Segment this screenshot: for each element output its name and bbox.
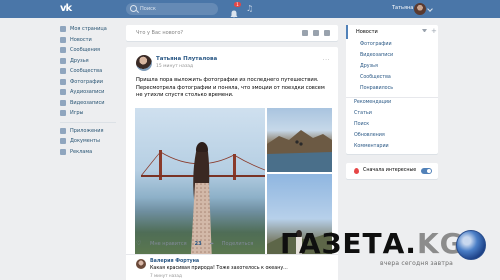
post-photo-cliffs[interactable] <box>267 108 332 172</box>
nav-item-my-page[interactable]: Моя страница <box>60 24 120 35</box>
comment-text: Какая красивая природа! Тоже захотелось … <box>150 266 288 271</box>
panel-title: Новости <box>356 29 378 35</box>
search-box[interactable] <box>126 3 218 15</box>
user-avatar[interactable] <box>414 3 426 15</box>
games-icon <box>60 110 66 117</box>
watermark-main: ГАЗЕТА. <box>280 227 417 260</box>
news-filter-panel: Новости + Фотографии Видеозаписи Друзья … <box>346 25 438 154</box>
heart-icon[interactable]: ♡ <box>136 240 142 247</box>
camera-icon[interactable] <box>302 30 308 36</box>
apps-icon <box>60 127 66 134</box>
site-watermark: ГАЗЕТА.KG вчера сегодня завтра <box>280 228 490 274</box>
cliffs-illustration <box>267 130 332 172</box>
share-button[interactable]: Поделиться <box>222 241 253 247</box>
search-input[interactable] <box>140 3 216 15</box>
nav-item-friends[interactable]: Друзья <box>60 56 120 67</box>
comment-author[interactable]: Валерия Фортуна <box>150 259 199 264</box>
more-options-icon[interactable]: ··· <box>323 57 330 64</box>
chevron-down-icon[interactable] <box>427 6 433 12</box>
news-icon <box>60 36 66 43</box>
post-text: Пришла пора выложить фотографии из после… <box>136 77 325 98</box>
nav-label: Фотографии <box>70 78 103 85</box>
nav-item-audio[interactable]: Аудиозаписи <box>60 87 120 98</box>
interesting-first-setting: Сначала интересные <box>346 163 438 179</box>
author-avatar[interactable] <box>136 55 152 71</box>
nav-item-docs[interactable]: Документы <box>60 136 120 147</box>
messages-icon <box>60 47 66 54</box>
music-icon[interactable] <box>324 30 330 36</box>
notifications-button[interactable]: 1 <box>230 2 241 19</box>
user-name[interactable]: Татьяна <box>392 5 413 11</box>
video-icon[interactable] <box>313 30 319 36</box>
panel-header-news[interactable]: Новости + <box>346 25 438 39</box>
share-icon[interactable]: ➦ <box>210 241 214 247</box>
post-author[interactable]: Татьяна Плуталова <box>156 56 217 62</box>
nav-label: Реклама <box>70 148 93 155</box>
composer-input[interactable] <box>136 28 286 38</box>
vk-logo[interactable]: vk <box>60 3 78 15</box>
comment-avatar[interactable] <box>136 259 146 269</box>
post-time[interactable]: 15 минут назад <box>156 64 193 69</box>
filter-item-videos[interactable]: Видеозаписи <box>360 53 393 58</box>
section-recommendations[interactable]: Рекомендации <box>354 100 391 105</box>
audio-icon <box>60 89 66 96</box>
panel-divider <box>346 97 438 98</box>
nav-item-messages[interactable]: Сообщения <box>60 45 120 56</box>
filter-item-liked[interactable]: Понравилось <box>360 86 393 91</box>
top-bar: vk 1 ♫ Татьяна <box>0 0 500 19</box>
interesting-first-label: Сначала интересные <box>363 168 417 173</box>
nav-item-news[interactable]: Новости <box>60 35 120 46</box>
section-articles[interactable]: Статьи <box>354 111 372 116</box>
filter-icon[interactable] <box>422 29 427 34</box>
like-button[interactable]: Мне нравится <box>150 241 187 247</box>
nav-item-video[interactable]: Видеозаписи <box>60 98 120 109</box>
filter-item-photos[interactable]: Фотографии <box>360 42 392 47</box>
groups-icon <box>60 68 66 75</box>
nav-label: Документы <box>70 138 100 145</box>
filter-item-friends[interactable]: Друзья <box>360 64 378 69</box>
nav-label: Приложения <box>70 127 104 134</box>
section-updates[interactable]: Обновления <box>354 133 385 138</box>
interesting-first-toggle[interactable] <box>421 168 432 174</box>
nav-label: Моя страница <box>70 26 107 33</box>
notifications-badge: 1 <box>234 2 241 7</box>
nav-item-ads[interactable]: Реклама <box>60 147 120 158</box>
nav-item-groups[interactable]: Сообщества <box>60 66 120 77</box>
docs-icon <box>60 138 66 145</box>
left-nav: Моя страница Новости Сообщения Друзья Со… <box>60 24 120 157</box>
section-comments[interactable]: Комментарии <box>354 144 389 149</box>
nav-divider <box>60 121 116 123</box>
nav-label: Игры <box>70 110 84 117</box>
filter-item-groups[interactable]: Сообщества <box>360 75 391 80</box>
nav-item-games[interactable]: Игры <box>60 108 120 119</box>
music-icon[interactable]: ♫ <box>246 4 254 13</box>
post-composer <box>126 25 338 41</box>
nav-label: Друзья <box>70 57 89 64</box>
composer-attachments <box>302 30 330 36</box>
photos-icon <box>60 78 66 85</box>
nav-label: Аудиозаписи <box>70 89 105 96</box>
plus-icon[interactable]: + <box>431 27 437 35</box>
section-search[interactable]: Поиск <box>354 122 369 127</box>
watermark-subtitle: вчера сегодня завтра <box>380 260 453 267</box>
friends-icon <box>60 57 66 64</box>
globe-icon <box>456 230 486 260</box>
watermark-logo-text: ГАЗЕТА.KG <box>280 228 464 260</box>
nav-item-photos[interactable]: Фотографии <box>60 77 120 88</box>
nav-label: Сообщения <box>70 47 101 54</box>
nav-item-apps[interactable]: Приложения <box>60 126 120 137</box>
bell-icon <box>230 10 238 19</box>
home-icon <box>60 26 66 33</box>
nav-label: Видеозаписи <box>70 99 105 106</box>
ads-icon <box>60 148 66 155</box>
comment-time[interactable]: 7 минут назад <box>150 273 182 278</box>
fire-icon <box>354 168 359 174</box>
search-icon <box>130 5 137 12</box>
video-icon <box>60 99 66 106</box>
likes-count[interactable]: 23 <box>195 241 202 247</box>
nav-label: Сообщества <box>70 68 103 75</box>
nav-label: Новости <box>70 36 92 43</box>
